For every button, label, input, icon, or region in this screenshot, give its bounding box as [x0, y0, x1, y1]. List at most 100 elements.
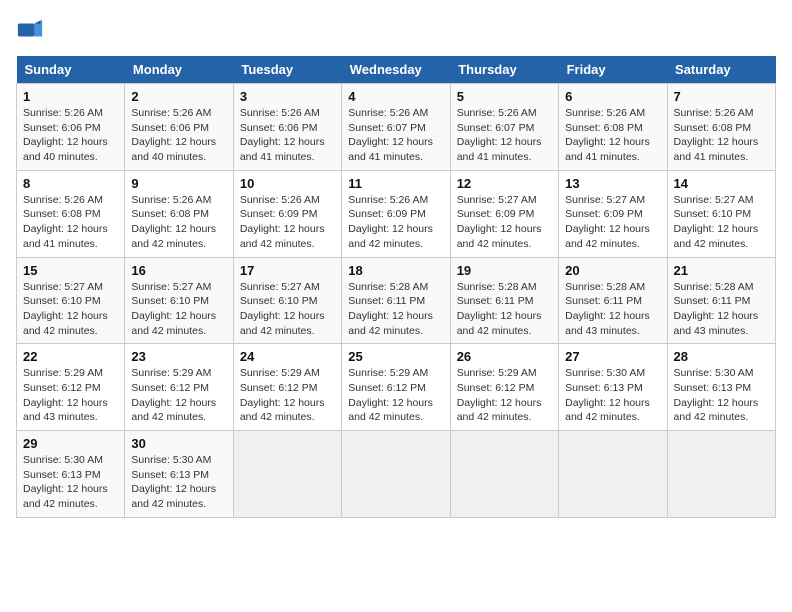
day-info: Sunrise: 5:29 AMSunset: 6:12 PMDaylight:…	[348, 367, 433, 423]
calendar-cell: 5 Sunrise: 5:26 AMSunset: 6:07 PMDayligh…	[450, 84, 558, 171]
calendar-cell: 21 Sunrise: 5:28 AMSunset: 6:11 PMDaylig…	[667, 257, 775, 344]
calendar-cell: 29 Sunrise: 5:30 AMSunset: 6:13 PMDaylig…	[17, 431, 125, 518]
calendar-cell: 28 Sunrise: 5:30 AMSunset: 6:13 PMDaylig…	[667, 344, 775, 431]
calendar-cell: 16 Sunrise: 5:27 AMSunset: 6:10 PMDaylig…	[125, 257, 233, 344]
calendar-cell: 8 Sunrise: 5:26 AMSunset: 6:08 PMDayligh…	[17, 170, 125, 257]
day-number: 6	[565, 89, 660, 104]
calendar-row: 8 Sunrise: 5:26 AMSunset: 6:08 PMDayligh…	[17, 170, 776, 257]
day-info: Sunrise: 5:26 AMSunset: 6:06 PMDaylight:…	[240, 107, 325, 163]
day-number: 18	[348, 263, 443, 278]
day-number: 27	[565, 349, 660, 364]
day-info: Sunrise: 5:30 AMSunset: 6:13 PMDaylight:…	[674, 367, 759, 423]
day-info: Sunrise: 5:28 AMSunset: 6:11 PMDaylight:…	[565, 281, 650, 337]
day-info: Sunrise: 5:27 AMSunset: 6:10 PMDaylight:…	[23, 281, 108, 337]
day-info: Sunrise: 5:27 AMSunset: 6:09 PMDaylight:…	[565, 194, 650, 250]
header-saturday: Saturday	[667, 56, 775, 84]
day-number: 13	[565, 176, 660, 191]
day-number: 14	[674, 176, 769, 191]
logo	[16, 16, 48, 44]
day-info: Sunrise: 5:26 AMSunset: 6:09 PMDaylight:…	[240, 194, 325, 250]
day-number: 30	[131, 436, 226, 451]
day-number: 8	[23, 176, 118, 191]
calendar-table: Sunday Monday Tuesday Wednesday Thursday…	[16, 56, 776, 518]
calendar-row: 22 Sunrise: 5:29 AMSunset: 6:12 PMDaylig…	[17, 344, 776, 431]
calendar-cell: 25 Sunrise: 5:29 AMSunset: 6:12 PMDaylig…	[342, 344, 450, 431]
header-wednesday: Wednesday	[342, 56, 450, 84]
calendar-cell: 30 Sunrise: 5:30 AMSunset: 6:13 PMDaylig…	[125, 431, 233, 518]
day-info: Sunrise: 5:27 AMSunset: 6:09 PMDaylight:…	[457, 194, 542, 250]
day-number: 25	[348, 349, 443, 364]
day-info: Sunrise: 5:29 AMSunset: 6:12 PMDaylight:…	[23, 367, 108, 423]
day-info: Sunrise: 5:28 AMSunset: 6:11 PMDaylight:…	[457, 281, 542, 337]
calendar-header: Sunday Monday Tuesday Wednesday Thursday…	[17, 56, 776, 84]
day-number: 11	[348, 176, 443, 191]
calendar-cell: 6 Sunrise: 5:26 AMSunset: 6:08 PMDayligh…	[559, 84, 667, 171]
calendar-body: 1 Sunrise: 5:26 AMSunset: 6:06 PMDayligh…	[17, 84, 776, 518]
header-friday: Friday	[559, 56, 667, 84]
page-header	[16, 16, 776, 44]
calendar-row: 15 Sunrise: 5:27 AMSunset: 6:10 PMDaylig…	[17, 257, 776, 344]
calendar-cell: 10 Sunrise: 5:26 AMSunset: 6:09 PMDaylig…	[233, 170, 341, 257]
day-info: Sunrise: 5:26 AMSunset: 6:06 PMDaylight:…	[23, 107, 108, 163]
calendar-row: 1 Sunrise: 5:26 AMSunset: 6:06 PMDayligh…	[17, 84, 776, 171]
day-info: Sunrise: 5:28 AMSunset: 6:11 PMDaylight:…	[674, 281, 759, 337]
calendar-cell: 2 Sunrise: 5:26 AMSunset: 6:06 PMDayligh…	[125, 84, 233, 171]
day-info: Sunrise: 5:26 AMSunset: 6:06 PMDaylight:…	[131, 107, 216, 163]
calendar-cell: 23 Sunrise: 5:29 AMSunset: 6:12 PMDaylig…	[125, 344, 233, 431]
day-info: Sunrise: 5:29 AMSunset: 6:12 PMDaylight:…	[240, 367, 325, 423]
day-number: 29	[23, 436, 118, 451]
day-number: 23	[131, 349, 226, 364]
day-info: Sunrise: 5:27 AMSunset: 6:10 PMDaylight:…	[674, 194, 759, 250]
day-number: 5	[457, 89, 552, 104]
header-thursday: Thursday	[450, 56, 558, 84]
day-number: 20	[565, 263, 660, 278]
header-row: Sunday Monday Tuesday Wednesday Thursday…	[17, 56, 776, 84]
calendar-cell	[342, 431, 450, 518]
header-monday: Monday	[125, 56, 233, 84]
day-number: 16	[131, 263, 226, 278]
calendar-cell	[233, 431, 341, 518]
day-info: Sunrise: 5:26 AMSunset: 6:08 PMDaylight:…	[674, 107, 759, 163]
day-info: Sunrise: 5:27 AMSunset: 6:10 PMDaylight:…	[131, 281, 216, 337]
day-info: Sunrise: 5:26 AMSunset: 6:08 PMDaylight:…	[131, 194, 216, 250]
calendar-cell	[450, 431, 558, 518]
day-info: Sunrise: 5:30 AMSunset: 6:13 PMDaylight:…	[23, 454, 108, 510]
calendar-cell: 11 Sunrise: 5:26 AMSunset: 6:09 PMDaylig…	[342, 170, 450, 257]
calendar-cell: 7 Sunrise: 5:26 AMSunset: 6:08 PMDayligh…	[667, 84, 775, 171]
calendar-cell: 9 Sunrise: 5:26 AMSunset: 6:08 PMDayligh…	[125, 170, 233, 257]
day-number: 21	[674, 263, 769, 278]
day-info: Sunrise: 5:28 AMSunset: 6:11 PMDaylight:…	[348, 281, 433, 337]
day-info: Sunrise: 5:26 AMSunset: 6:08 PMDaylight:…	[565, 107, 650, 163]
day-number: 26	[457, 349, 552, 364]
calendar-row: 29 Sunrise: 5:30 AMSunset: 6:13 PMDaylig…	[17, 431, 776, 518]
day-info: Sunrise: 5:26 AMSunset: 6:07 PMDaylight:…	[457, 107, 542, 163]
day-info: Sunrise: 5:26 AMSunset: 6:09 PMDaylight:…	[348, 194, 433, 250]
day-number: 4	[348, 89, 443, 104]
day-number: 22	[23, 349, 118, 364]
day-number: 7	[674, 89, 769, 104]
calendar-cell: 15 Sunrise: 5:27 AMSunset: 6:10 PMDaylig…	[17, 257, 125, 344]
day-number: 28	[674, 349, 769, 364]
day-info: Sunrise: 5:29 AMSunset: 6:12 PMDaylight:…	[131, 367, 216, 423]
calendar-cell: 19 Sunrise: 5:28 AMSunset: 6:11 PMDaylig…	[450, 257, 558, 344]
day-info: Sunrise: 5:27 AMSunset: 6:10 PMDaylight:…	[240, 281, 325, 337]
day-number: 15	[23, 263, 118, 278]
calendar-cell: 4 Sunrise: 5:26 AMSunset: 6:07 PMDayligh…	[342, 84, 450, 171]
calendar-cell: 18 Sunrise: 5:28 AMSunset: 6:11 PMDaylig…	[342, 257, 450, 344]
day-number: 24	[240, 349, 335, 364]
calendar-cell: 24 Sunrise: 5:29 AMSunset: 6:12 PMDaylig…	[233, 344, 341, 431]
day-number: 12	[457, 176, 552, 191]
calendar-cell: 17 Sunrise: 5:27 AMSunset: 6:10 PMDaylig…	[233, 257, 341, 344]
calendar-cell: 1 Sunrise: 5:26 AMSunset: 6:06 PMDayligh…	[17, 84, 125, 171]
day-info: Sunrise: 5:30 AMSunset: 6:13 PMDaylight:…	[565, 367, 650, 423]
header-sunday: Sunday	[17, 56, 125, 84]
day-number: 10	[240, 176, 335, 191]
day-info: Sunrise: 5:26 AMSunset: 6:07 PMDaylight:…	[348, 107, 433, 163]
logo-icon	[16, 16, 44, 44]
day-number: 17	[240, 263, 335, 278]
calendar-cell: 13 Sunrise: 5:27 AMSunset: 6:09 PMDaylig…	[559, 170, 667, 257]
calendar-cell	[667, 431, 775, 518]
day-number: 9	[131, 176, 226, 191]
calendar-cell: 27 Sunrise: 5:30 AMSunset: 6:13 PMDaylig…	[559, 344, 667, 431]
day-number: 1	[23, 89, 118, 104]
